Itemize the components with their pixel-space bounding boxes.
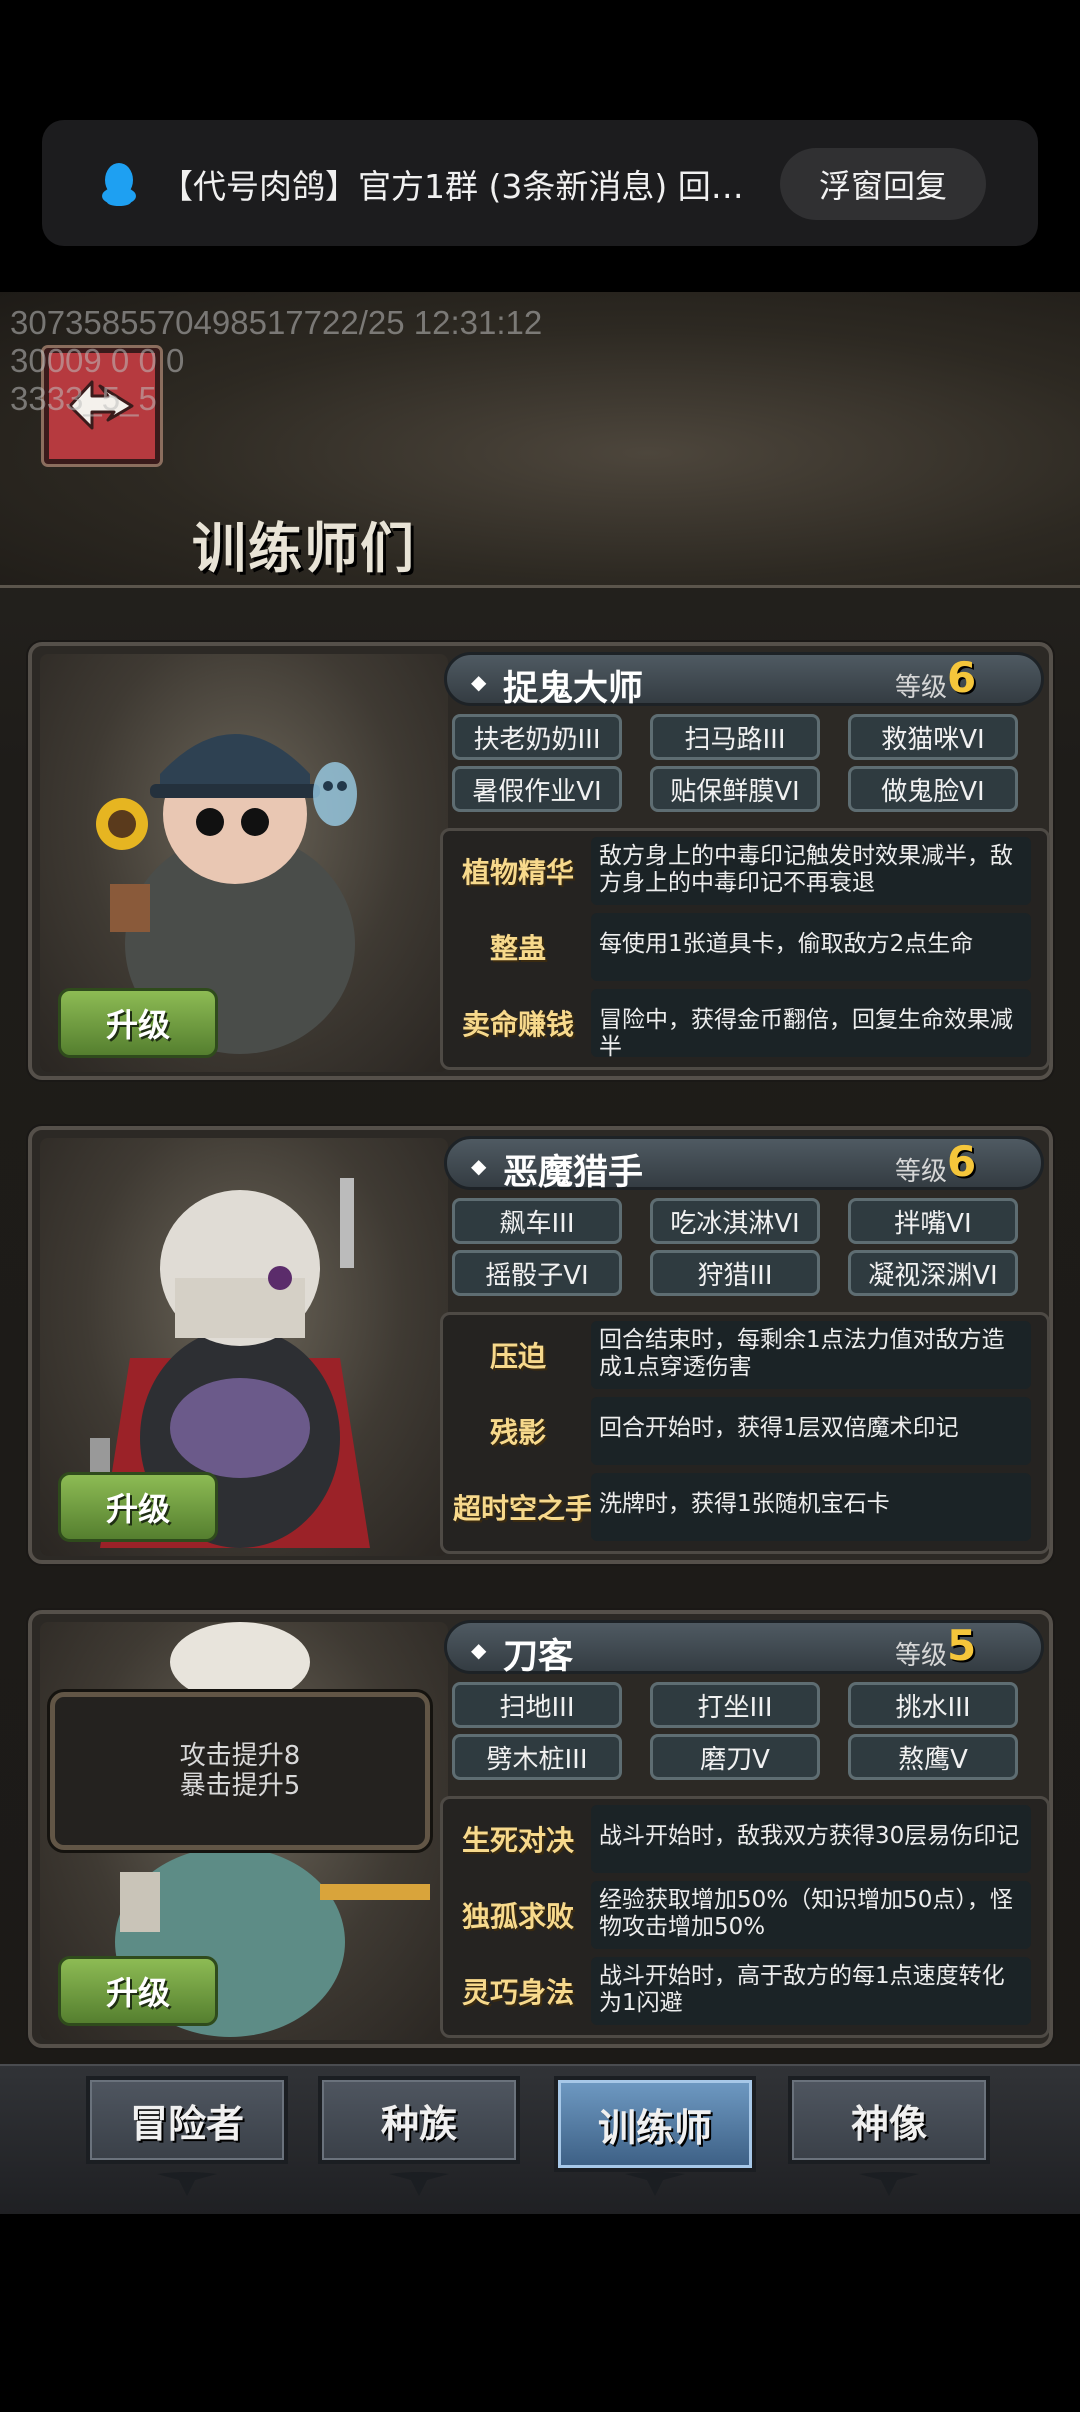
level-value: 6	[947, 1137, 977, 1186]
notification-banner[interactable]: 【代号肉鸽】官方1群 (3条新消息) 回… 浮窗回复	[42, 120, 1038, 246]
trait-tag[interactable]: 劈木桩III	[452, 1734, 622, 1780]
debug-line-3: 3333_5_5	[10, 380, 157, 417]
trainer-name: 捉鬼大师	[503, 669, 644, 709]
trait-tag[interactable]: 扶老奶奶III	[452, 714, 622, 760]
float-reply-button[interactable]: 浮窗回复	[780, 148, 986, 220]
trait-tag[interactable]: 贴保鲜膜VI	[650, 766, 820, 812]
trait-tag[interactable]: 暑假作业VI	[452, 766, 622, 812]
trait-tag[interactable]: 凝视深渊VI	[848, 1250, 1018, 1296]
trait-tag[interactable]: 做鬼脸VI	[848, 766, 1018, 812]
notification-message: 【代号肉鸽】官方1群 (3条新消息) 回…	[160, 167, 744, 206]
trainer-name-bar: ◆ 捉鬼大师 等级 6	[444, 652, 1044, 709]
trainer-card: 升级 ◆ 恶魔猎手 等级 6 飙车III 吃冰淇淋VI 拌嘴VI 摇骰子VI 狩…	[28, 1126, 1053, 1564]
skill-panel: 植物精华 敌方身上的中毒印记触发时效果减半，敌方身上的中毒印记不再衰退 整蛊 每…	[440, 828, 1050, 1070]
page-title: 训练师们	[192, 517, 416, 580]
skill-description: 回合开始时，获得1层双倍魔术印记	[591, 1397, 1031, 1465]
tab-ornament-icon	[859, 2172, 919, 2196]
trainer-name-bar: ◆ 刀客 等级 5	[444, 1620, 1044, 1677]
skill-name: 超时空之手	[453, 1492, 594, 1525]
game-screen: 3073585570498517722/25 12:31:12 30009 0 …	[0, 292, 1080, 2214]
skill-name: 压迫	[489, 1340, 546, 1373]
trait-tag[interactable]: 熬鹰V	[848, 1734, 1018, 1780]
level-value: 6	[947, 653, 977, 702]
bottom-tab-bar: 冒险者 种族 训练师 神像	[0, 2064, 1080, 2214]
skill-name: 独孤求败	[461, 1900, 574, 1933]
skill-name: 残影	[489, 1416, 546, 1449]
skill-name: 生死对决	[461, 1824, 574, 1857]
skill-description: 每使用1张道具卡，偷取敌方2点生命	[591, 913, 1031, 981]
level-label: 等级	[895, 1157, 948, 1187]
skill-description: 回合结束时，每剩余1点法力值对敌方造成1点穿透伤害	[591, 1321, 1031, 1389]
skill-panel: 压迫 回合结束时，每剩余1点法力值对敌方造成1点穿透伤害 残影 回合开始时，获得…	[440, 1312, 1050, 1554]
skill-name: 植物精华	[461, 856, 574, 889]
level-label: 等级	[895, 673, 948, 703]
tab-ornament-icon	[157, 2172, 217, 2196]
buff-crit-text: 暴击提升5	[179, 1771, 301, 1801]
trainer-name: 刀客	[503, 1637, 574, 1677]
skill-name: 灵巧身法	[461, 1976, 574, 2009]
trait-tag[interactable]: 飙车III	[452, 1198, 622, 1244]
trait-tag[interactable]: 狩猎III	[650, 1250, 820, 1296]
trainer-name-bar: ◆ 恶魔猎手 等级 6	[444, 1136, 1044, 1193]
skill-description: 战斗开始时，敌我双方获得30层易伤印记	[591, 1805, 1031, 1873]
trait-tag[interactable]: 挑水III	[848, 1682, 1018, 1728]
tab-adventurer[interactable]: 冒险者	[86, 2076, 288, 2164]
upgrade-button[interactable]: 升级	[58, 988, 218, 1058]
upgrade-button[interactable]: 升级	[58, 1956, 218, 2026]
trait-tag[interactable]: 拌嘴VI	[848, 1198, 1018, 1244]
debug-line-1: 3073585570498517722/25 12:31:12	[10, 304, 543, 341]
trait-tag[interactable]: 救猫咪VI	[848, 714, 1018, 760]
trait-tag[interactable]: 磨刀V	[650, 1734, 820, 1780]
tab-ornament-icon	[625, 2172, 685, 2196]
diamond-icon: ◆	[471, 1154, 487, 1178]
skill-panel: 生死对决 战斗开始时，敌我双方获得30层易伤印记 独孤求败 经验获取增加50%（…	[440, 1796, 1050, 2038]
trait-tag[interactable]: 打坐III	[650, 1682, 820, 1728]
tab-statue[interactable]: 神像	[788, 2076, 990, 2164]
debug-line-2: 30009 0 0 0	[10, 342, 185, 379]
level-value: 5	[947, 1621, 977, 1670]
trait-tag[interactable]: 吃冰淇淋VI	[650, 1198, 820, 1244]
skill-description: 洗牌时，获得1张随机宝石卡	[591, 1473, 1031, 1541]
diamond-icon: ◆	[471, 670, 487, 694]
trainer-name: 恶魔猎手	[503, 1153, 644, 1193]
trainer-card: 升级 ◆ 捉鬼大师 等级 6 扶老奶奶III 扫马路III 救猫咪VI 暑假作业…	[28, 642, 1053, 1080]
tab-trainer[interactable]: 训练师	[554, 2076, 756, 2172]
trait-tag[interactable]: 扫地III	[452, 1682, 622, 1728]
trait-tag[interactable]: 摇骰子VI	[452, 1250, 622, 1296]
skill-description: 敌方身上的中毒印记触发时效果减半，敌方身上的中毒印记不再衰退	[591, 837, 1031, 905]
tab-race[interactable]: 种族	[318, 2076, 520, 2164]
skill-description: 战斗开始时，高于敌方的每1点速度转化为1闪避	[591, 1957, 1031, 2025]
skill-description: 冒险中，获得金币翻倍，回复生命效果减半	[591, 989, 1031, 1060]
skill-name: 整蛊	[489, 932, 546, 965]
qq-penguin-icon	[102, 163, 136, 206]
trainer-card: 攻击提升8 暴击提升5 升级 ◆ 刀客 等级 5 扫地III 打坐III 挑水I…	[28, 1610, 1053, 2048]
upgrade-button[interactable]: 升级	[58, 1472, 218, 1542]
level-label: 等级	[895, 1641, 948, 1671]
tab-ornament-icon	[389, 2172, 449, 2196]
skill-name: 卖命赚钱	[461, 1008, 574, 1041]
trait-tag[interactable]: 扫马路III	[650, 714, 820, 760]
buff-tooltip: 攻击提升8 暴击提升5	[50, 1692, 430, 1850]
diamond-icon: ◆	[471, 1638, 487, 1662]
skill-description: 经验获取增加50%（知识增加50点），怪物攻击增加50%	[591, 1881, 1031, 1949]
buff-attack-text: 攻击提升8	[179, 1741, 301, 1771]
